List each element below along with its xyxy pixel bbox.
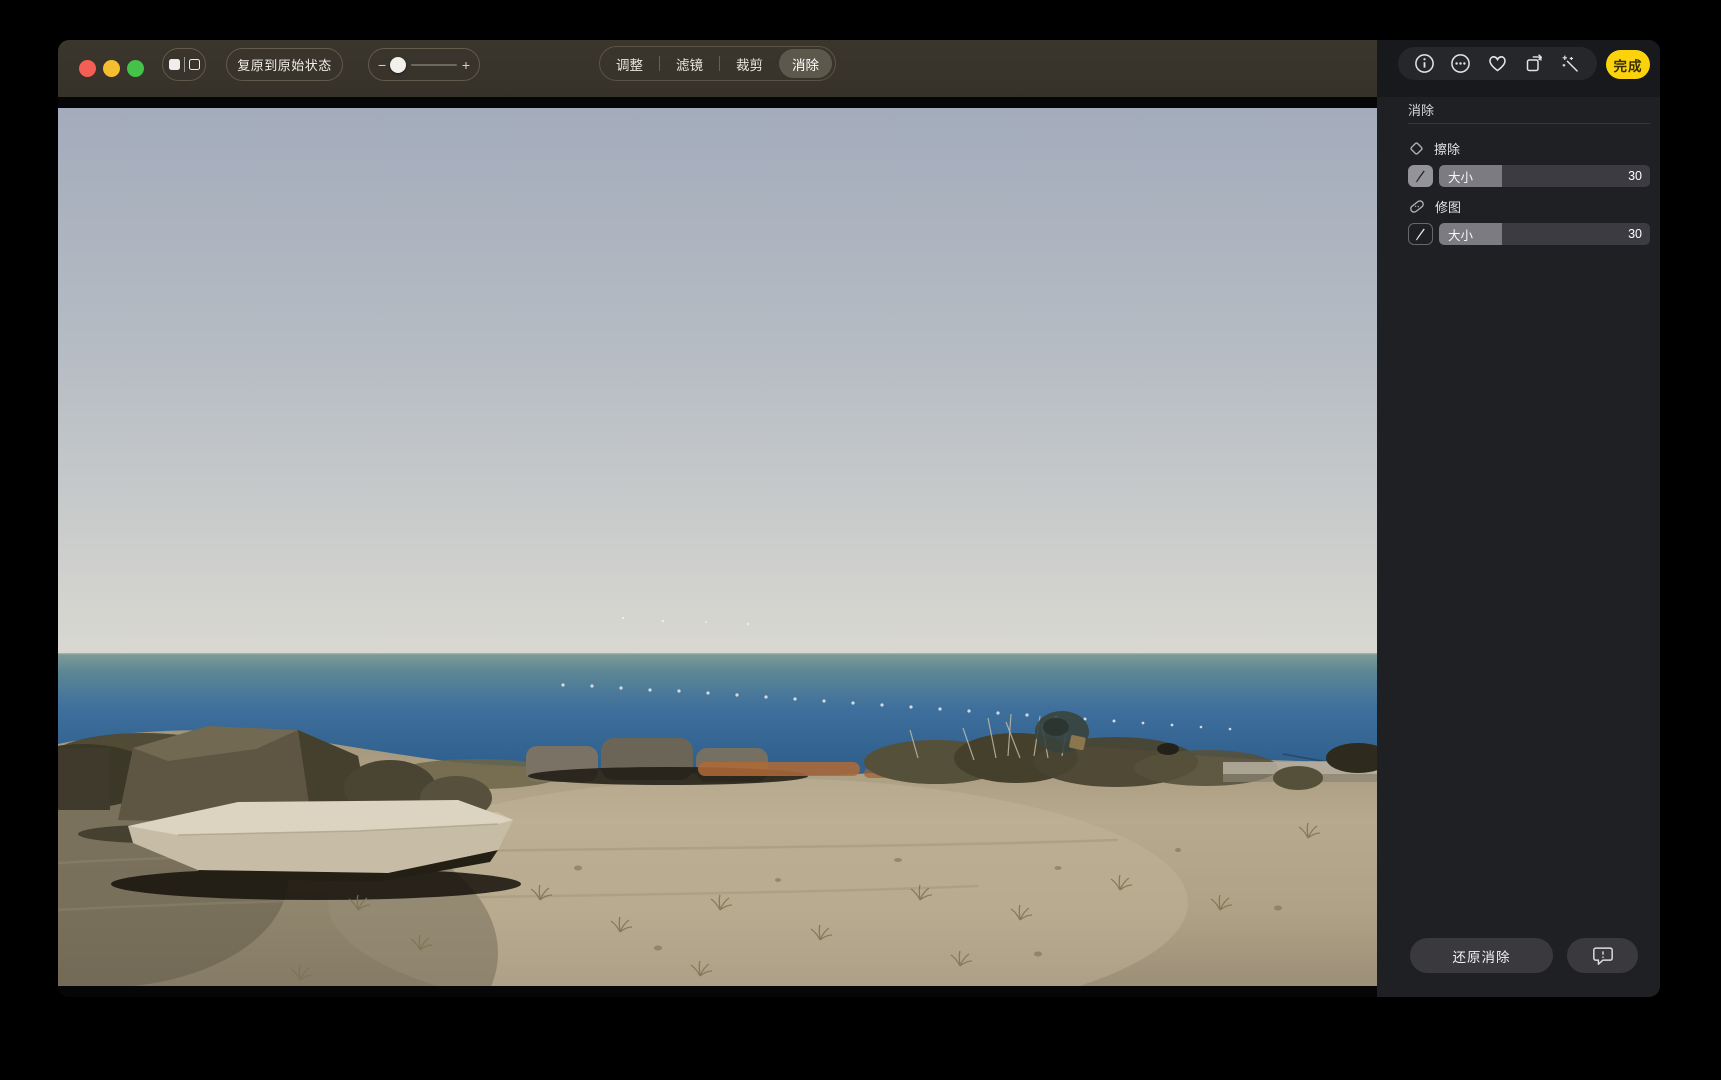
edit-mode-tabs: 调整 滤镜 裁剪 消除 (599, 46, 836, 81)
toolbar-icon-group (1398, 47, 1597, 80)
photos-edit-window: 复原到原始状态 − + 调整 滤镜 裁剪 消除 (58, 40, 1660, 997)
retouch-section-header: 修图 (1408, 197, 1461, 216)
toggle-divider (184, 57, 185, 72)
erase-tool-row: 大小 30 (1408, 165, 1650, 187)
feedback-button[interactable] (1567, 938, 1638, 973)
retouch-size-value: 30 (1628, 223, 1642, 245)
more-icon[interactable] (1450, 53, 1472, 75)
zoom-out-icon[interactable]: − (378, 58, 386, 72)
info-icon[interactable] (1413, 53, 1435, 75)
photo-shore (58, 711, 1377, 986)
fullscreen-icon[interactable] (127, 60, 144, 77)
done-button[interactable]: 完成 (1606, 50, 1650, 79)
retouch-brush-button[interactable] (1408, 223, 1433, 245)
close-icon[interactable] (79, 60, 96, 77)
zoom-slider-track[interactable] (411, 64, 457, 66)
retouch-tool-row: 大小 30 (1408, 223, 1650, 245)
retouch-size-label: 大小 (1448, 223, 1473, 245)
erase-size-value: 30 (1628, 165, 1642, 187)
rotate-icon[interactable] (1523, 53, 1545, 75)
undo-removals-button[interactable]: 还原消除 (1410, 938, 1553, 973)
zoom-slider-knob[interactable] (390, 57, 406, 73)
zoom-in-icon[interactable]: + (462, 58, 470, 72)
tab-divider (659, 56, 660, 71)
eraser-icon (1408, 140, 1425, 157)
feedback-bubble-icon (1592, 945, 1614, 966)
retouch-section-label: 修图 (1435, 197, 1461, 216)
erase-size-label: 大小 (1448, 165, 1473, 187)
revert-to-original-button[interactable]: 复原到原始状态 (226, 48, 343, 81)
tab-divider (719, 56, 720, 71)
bandaid-icon (1408, 198, 1426, 215)
remove-panel: 消除 擦除 大小 30 (1377, 97, 1660, 997)
photo-letterbox (58, 97, 1377, 997)
erase-section-header: 擦除 (1408, 139, 1460, 158)
tab-filters[interactable]: 滤镜 (663, 49, 716, 78)
photo-sky (58, 108, 1377, 656)
erase-brush-button[interactable] (1408, 165, 1433, 187)
zoom-slider[interactable]: − + (368, 48, 480, 81)
photo-canvas[interactable] (58, 108, 1377, 986)
tab-remove[interactable]: 消除 (779, 49, 832, 78)
erase-section-label: 擦除 (1434, 139, 1460, 158)
panel-title: 消除 (1408, 100, 1434, 119)
minimize-icon[interactable] (103, 60, 120, 77)
panel-divider (1408, 123, 1650, 124)
before-after-toggle[interactable] (162, 48, 206, 81)
auto-enhance-wand-icon[interactable] (1560, 53, 1582, 75)
after-square-icon (189, 59, 200, 70)
retouch-size-slider[interactable]: 大小 30 (1439, 223, 1650, 245)
before-after-toggle-icon (169, 59, 180, 70)
tab-adjust[interactable]: 调整 (603, 49, 656, 78)
erase-size-slider[interactable]: 大小 30 (1439, 165, 1650, 187)
tab-crop[interactable]: 裁剪 (723, 49, 776, 78)
favorite-heart-icon[interactable] (1486, 53, 1508, 75)
